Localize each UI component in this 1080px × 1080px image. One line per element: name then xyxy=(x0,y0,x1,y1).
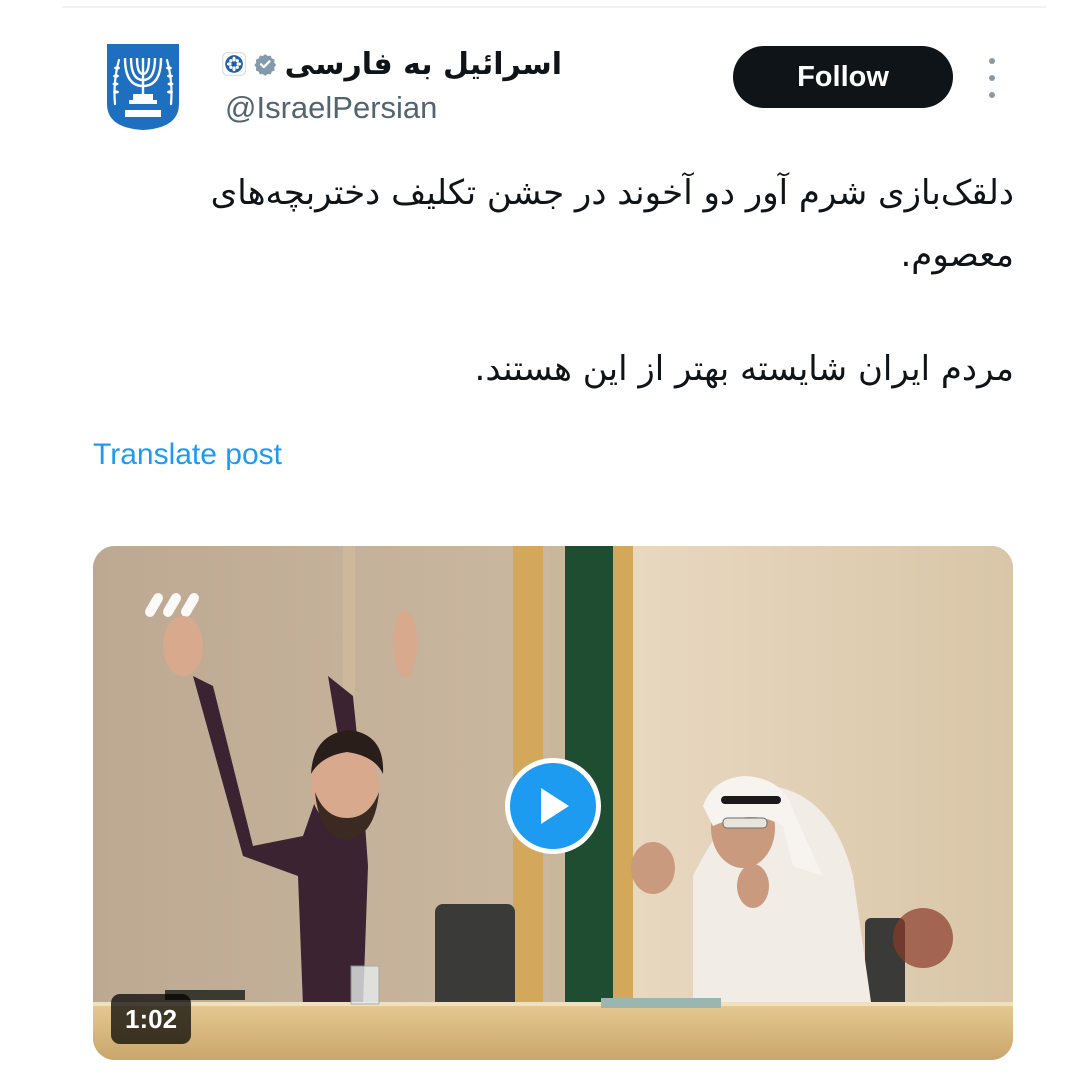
translate-post-link[interactable]: Translate post xyxy=(93,438,282,472)
author-name-row[interactable]: اسرائیل به فارسی xyxy=(222,40,562,88)
author-avatar[interactable] xyxy=(105,42,181,132)
post-text: دلقک‌بازی شرم آور دو آخوند در جشن تکلیف … xyxy=(90,162,1014,400)
top-divider xyxy=(62,6,1046,8)
more-dot xyxy=(989,75,995,81)
post-paragraph: دلقک‌بازی شرم آور دو آخوند در جشن تکلیف … xyxy=(210,173,1014,275)
follow-button[interactable]: Follow xyxy=(733,46,953,108)
author-handle[interactable]: @IsraelPersian xyxy=(225,90,437,126)
post-paragraph: مردم ایران شایسته بهتر از این هستند. xyxy=(474,349,1014,389)
more-dot xyxy=(989,92,995,98)
author-display-name[interactable]: اسرائیل به فارسی xyxy=(285,47,562,82)
affiliate-badge-icon xyxy=(222,52,246,76)
video-duration-badge: 1:02 xyxy=(111,994,192,1044)
israel-emblem-icon xyxy=(107,44,179,130)
play-button[interactable] xyxy=(505,758,601,854)
play-icon xyxy=(541,788,569,824)
verified-badge-icon xyxy=(254,54,277,76)
more-dot xyxy=(989,58,995,64)
more-options-icon[interactable] xyxy=(980,58,1004,98)
